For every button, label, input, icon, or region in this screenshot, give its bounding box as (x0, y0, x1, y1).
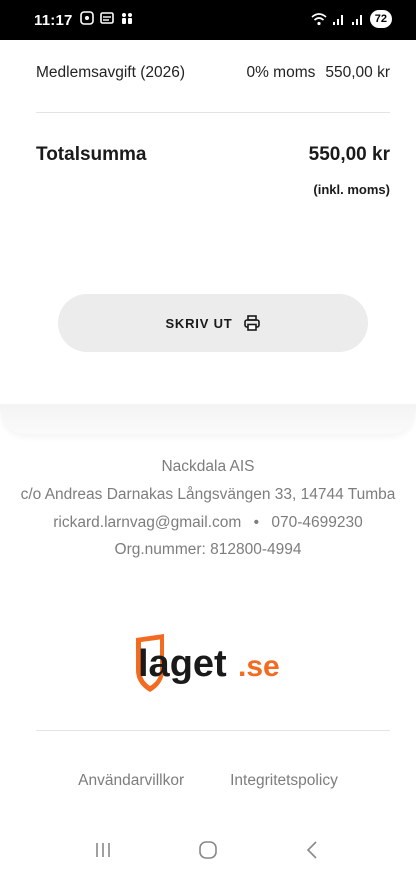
signal-icon-2 (351, 15, 362, 25)
printer-icon (243, 315, 260, 331)
total-label: Totalsumma (36, 144, 147, 165)
status-bar: 11:17 72 (0, 0, 416, 40)
org-email[interactable]: rickard.larnvag@gmail.com (53, 514, 241, 531)
line-item-description: Medlemsavgift (2026) (36, 64, 186, 81)
footer-links: Användarvillkor Integritetspolicy (0, 772, 416, 790)
org-phone[interactable]: 070-4699230 (271, 514, 362, 531)
org-contact: rickard.larnvag@gmail.com • 070-4699230 (0, 514, 416, 532)
privacy-link[interactable]: Integritetspolicy (230, 772, 338, 790)
logo-text-suffix: .se (238, 650, 280, 683)
line-item-vat: 0% moms (246, 64, 316, 81)
line-item: Medlemsavgift (2026) 0% moms 550,00 kr (36, 64, 390, 82)
incl-vat-note: (inkl. moms) (313, 182, 390, 197)
battery-level: 72 (369, 10, 392, 28)
back-icon[interactable] (302, 839, 324, 861)
org-address: c/o Andreas Darnakas Långsvängen 33, 147… (20, 486, 396, 503)
contact-separator: • (253, 514, 260, 531)
home-icon[interactable] (197, 839, 219, 861)
wifi-icon (311, 13, 327, 26)
org-number: Org.nummer: 812800-4994 (114, 541, 302, 558)
recent-apps-icon[interactable] (92, 840, 114, 860)
print-button-label: SKRIV UT (165, 315, 233, 331)
footer-divider-band (0, 404, 416, 434)
divider-footer (36, 730, 390, 731)
divider (36, 112, 390, 113)
status-left-icons (80, 11, 134, 25)
signal-icon (332, 15, 343, 25)
total-row: Totalsumma 550,00 kr (36, 144, 390, 166)
message-icon (100, 12, 114, 24)
line-item-amount: 550,00 kr (325, 64, 390, 81)
logo-text-main: laget (138, 643, 227, 685)
terms-link[interactable]: Användarvillkor (78, 772, 184, 790)
screenshot-icon (80, 11, 94, 25)
print-button[interactable]: SKRIV UT (58, 294, 368, 352)
org-name: Nackdala AIS (161, 458, 255, 475)
status-right-icons: 72 (311, 10, 392, 28)
laget-logo: laget .se (136, 634, 280, 692)
status-time: 11:17 (34, 12, 73, 29)
total-amount: 550,00 kr (308, 144, 390, 165)
people-icon (122, 13, 132, 24)
system-nav-bar (0, 820, 416, 879)
